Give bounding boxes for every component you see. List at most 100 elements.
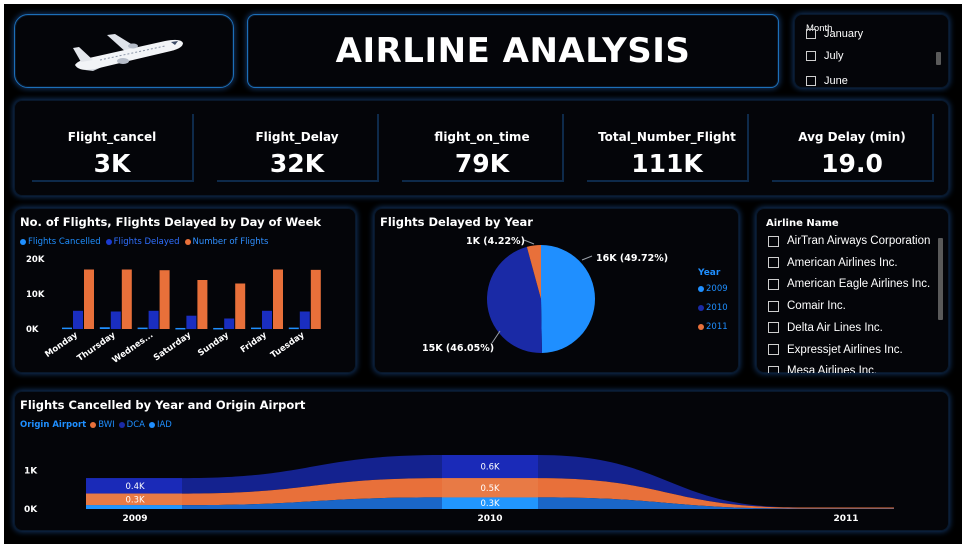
airline-option[interactable]: Delta Air Lines Inc. bbox=[768, 322, 883, 334]
pie-legend-2011[interactable]: 2011 bbox=[698, 322, 728, 332]
bar bbox=[121, 269, 132, 329]
stream-chart-card: Flights Cancelled by Year and Origin Air… bbox=[14, 391, 949, 531]
kpi-row: Flight_cancel 3K Flight_Delay 32K flight… bbox=[14, 100, 949, 196]
x-tick-label: Wednes... bbox=[111, 330, 156, 365]
month-scrollbar[interactable] bbox=[936, 52, 941, 65]
stream-highlight bbox=[86, 505, 182, 509]
pie-chart-card: Flights Delayed by Year 16K (49.72%) 15K … bbox=[374, 208, 739, 373]
pie-legend-2010[interactable]: 2010 bbox=[698, 303, 728, 313]
bar-chart-title: No. of Flights, Flights Delayed by Day o… bbox=[20, 215, 322, 229]
legend-dot bbox=[184, 239, 191, 245]
legend-label: 2011 bbox=[706, 322, 728, 332]
checkbox[interactable] bbox=[768, 365, 779, 373]
logo-card bbox=[14, 14, 234, 88]
airline-slicer-label: Airline Name bbox=[766, 218, 839, 229]
title-card: AIRLINE ANALYSIS bbox=[247, 14, 779, 88]
checkbox[interactable] bbox=[768, 235, 779, 247]
kpi-flight-cancel: Flight_cancel 3K bbox=[32, 114, 194, 182]
bar bbox=[197, 280, 208, 329]
bar bbox=[62, 327, 72, 330]
airline-option[interactable]: Expressjet Airlines Inc. bbox=[768, 344, 903, 356]
bar bbox=[299, 311, 310, 329]
checkbox[interactable] bbox=[768, 257, 779, 269]
stream-chart-plot: 0.4K 0.3K 0.6K 0.5K 0.3K 1K 0K 2009 2010 2011 bbox=[24, 455, 894, 524]
dashboard-canvas: AIRLINE ANALYSIS Month January July June… bbox=[4, 4, 962, 544]
checkbox[interactable] bbox=[768, 300, 779, 312]
month-option-july[interactable]: July bbox=[806, 50, 844, 62]
kpi-label: Flight_cancel bbox=[67, 130, 157, 144]
y-tick-label: 0K bbox=[26, 325, 39, 335]
bar bbox=[310, 269, 321, 329]
checkbox[interactable] bbox=[768, 278, 779, 290]
checkbox[interactable] bbox=[768, 344, 779, 355]
data-label: 0.6K bbox=[480, 463, 500, 473]
bar bbox=[288, 327, 299, 330]
legend-dot bbox=[698, 324, 704, 330]
bar-chart-plot: 20K10K0KMondayThursdayWednes...Saturday S… bbox=[26, 255, 321, 366]
checkbox[interactable] bbox=[768, 322, 779, 334]
legend-dot bbox=[698, 286, 704, 292]
bar bbox=[175, 327, 186, 330]
kpi-value: 111K bbox=[631, 149, 703, 178]
leader-line bbox=[491, 330, 501, 344]
airline-option[interactable]: American Airlines Inc. bbox=[768, 257, 898, 269]
bar bbox=[110, 311, 121, 329]
kpi-value: 79K bbox=[454, 149, 510, 178]
bar bbox=[262, 310, 272, 329]
pie-chart-plot: 16K (49.72%) 15K (46.05%) 1K (4.22%) bbox=[422, 236, 668, 354]
legend-dot bbox=[20, 239, 26, 245]
legend-label[interactable]: Flights Cancelled bbox=[28, 237, 101, 247]
x-tick-label: Saturday bbox=[152, 330, 194, 363]
bar bbox=[159, 270, 170, 329]
kpi-label: Total_Number_Flight bbox=[598, 130, 736, 144]
airline-option-label: Comair Inc. bbox=[787, 300, 846, 313]
airline-option-label: American Eagle Airlines Inc. bbox=[787, 278, 931, 291]
kpi-total-flights: Total_Number_Flight 111K bbox=[587, 114, 749, 182]
x-tick-label: Tuesday bbox=[269, 330, 307, 361]
bar bbox=[84, 269, 94, 329]
checkbox[interactable] bbox=[806, 76, 816, 86]
airline-option-label: AirTran Airways Corporation bbox=[787, 235, 931, 247]
airline-slicer: Airline Name AirTran Airways Corporation… bbox=[756, 208, 949, 373]
kpi-flight-on-time: flight_on_time 79K bbox=[402, 114, 564, 182]
x-tick-label: 2011 bbox=[833, 514, 858, 524]
checkbox[interactable] bbox=[806, 51, 816, 61]
airline-option[interactable]: AirTran Airways Corporation bbox=[768, 235, 930, 247]
y-tick-label: 0K bbox=[24, 505, 38, 515]
legend-label: 2009 bbox=[706, 284, 728, 294]
y-tick-label: 10K bbox=[26, 290, 45, 300]
airline-option[interactable]: American Eagle Airlines Inc. bbox=[768, 278, 930, 290]
airline-option-label: American Airlines Inc. bbox=[787, 256, 898, 269]
bar bbox=[224, 318, 235, 329]
legend-label[interactable]: Flights Delayed bbox=[114, 237, 180, 247]
month-option-january[interactable]: January bbox=[806, 28, 863, 40]
data-label: 0.5K bbox=[480, 484, 500, 494]
data-label: 0.3K bbox=[480, 499, 500, 509]
data-label: 0.3K bbox=[125, 495, 145, 505]
pie-slice bbox=[541, 245, 596, 353]
pie-legend-2009[interactable]: 2009 bbox=[698, 284, 728, 294]
month-slicer: Month January July June bbox=[794, 14, 949, 88]
airline-scrollbar[interactable] bbox=[938, 238, 943, 320]
slice-label: 16K (49.72%) bbox=[596, 253, 668, 264]
bar bbox=[251, 327, 261, 330]
x-tick-label: Friday bbox=[239, 330, 269, 355]
bar bbox=[73, 310, 83, 329]
kpi-value: 32K bbox=[269, 149, 325, 178]
checkbox[interactable] bbox=[806, 29, 816, 39]
bar bbox=[99, 327, 110, 329]
kpi-flight-delay: Flight_Delay 32K bbox=[217, 114, 379, 182]
legend-dot bbox=[698, 305, 704, 311]
airline-option-label: Mesa Airlines Inc. bbox=[787, 365, 878, 373]
airline-option-label: Delta Air Lines Inc. bbox=[787, 321, 883, 334]
slice-label: 1K (4.22%) bbox=[466, 236, 525, 247]
y-tick-label: 1K bbox=[24, 466, 38, 476]
airline-option[interactable]: Mesa Airlines Inc. bbox=[768, 365, 877, 373]
month-option-june[interactable]: June bbox=[806, 75, 848, 87]
legend-label: 2010 bbox=[706, 303, 728, 313]
kpi-value: 19.0 bbox=[821, 149, 883, 178]
airline-option[interactable]: Comair Inc. bbox=[768, 300, 846, 312]
kpi-label: Flight_Delay bbox=[255, 130, 339, 144]
legend-label[interactable]: Number of Flights bbox=[193, 237, 269, 247]
slice-label: 15K (46.05%) bbox=[422, 343, 494, 354]
